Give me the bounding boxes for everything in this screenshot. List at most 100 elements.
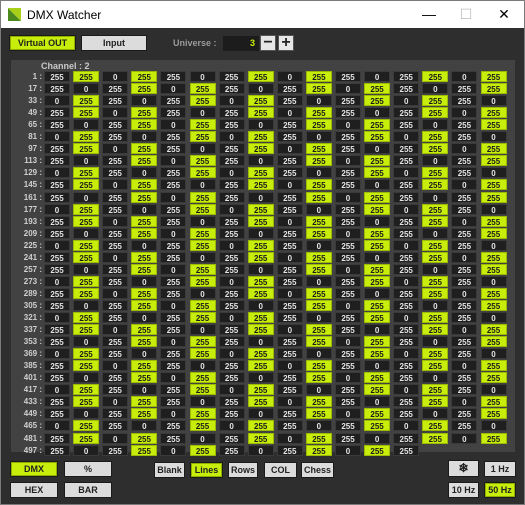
dmx-cell[interactable]: 255 — [189, 384, 216, 396]
title-bar[interactable]: DMX Watcher — ☐ ✕ — [1, 1, 524, 28]
dmx-cell[interactable]: 255 — [102, 83, 129, 95]
dmx-cell[interactable]: 255 — [44, 360, 70, 372]
dmx-cell[interactable]: 255 — [422, 324, 449, 336]
maximize-button[interactable]: ☐ — [448, 1, 484, 28]
dmx-cell[interactable]: 255 — [364, 95, 391, 107]
dmx-cell[interactable]: 255 — [131, 227, 158, 239]
dmx-cell[interactable]: 0 — [44, 203, 70, 215]
dmx-cell[interactable]: 0 — [102, 143, 129, 155]
dmx-cell[interactable]: 255 — [305, 155, 332, 167]
dmx-cell[interactable]: 255 — [44, 263, 70, 275]
dmx-cell[interactable]: 255 — [73, 167, 100, 179]
dmx-cell[interactable]: 255 — [189, 263, 216, 275]
dmx-cell[interactable]: 0 — [393, 167, 420, 179]
dmx-cell[interactable]: 255 — [73, 275, 100, 287]
dmx-cell[interactable]: 255 — [276, 384, 303, 396]
dmx-cell[interactable]: 0 — [480, 203, 507, 215]
dmx-cell[interactable]: 255 — [335, 167, 361, 179]
dmx-cell[interactable]: 0 — [102, 432, 129, 444]
dmx-cell[interactable]: 255 — [451, 312, 478, 323]
dmx-cell[interactable]: 255 — [393, 83, 420, 95]
dmx-cell[interactable]: 255 — [480, 372, 507, 384]
dmx-cell[interactable]: 255 — [305, 287, 332, 299]
dmx-cell[interactable]: 255 — [102, 275, 129, 287]
dmx-cell[interactable]: 0 — [393, 239, 420, 251]
dmx-cell[interactable]: 0 — [305, 384, 332, 396]
dmx-cell[interactable]: 0 — [73, 372, 100, 384]
dmx-cell[interactable]: 255 — [44, 324, 70, 336]
dmx-cell[interactable]: 0 — [305, 312, 332, 323]
dmx-cell[interactable]: 0 — [364, 360, 391, 372]
dmx-cell[interactable]: 255 — [480, 191, 507, 203]
dmx-cell[interactable]: 255 — [160, 360, 187, 372]
dmx-cell[interactable]: 255 — [131, 155, 158, 167]
dmx-cell[interactable]: 255 — [44, 83, 70, 95]
dmx-cell[interactable]: 255 — [218, 191, 245, 203]
dmx-cell[interactable]: 255 — [393, 324, 420, 336]
dmx-cell[interactable]: 255 — [102, 203, 129, 215]
dmx-cell[interactable]: 255 — [131, 215, 158, 227]
dmx-cell[interactable]: 0 — [451, 287, 478, 299]
dmx-cell[interactable]: 0 — [131, 95, 158, 107]
chess-view-button[interactable]: Chess — [301, 462, 334, 478]
dmx-cell[interactable]: 255 — [218, 287, 245, 299]
dmx-cell[interactable]: 255 — [247, 203, 274, 215]
dmx-cell[interactable]: 255 — [305, 251, 332, 263]
dmx-cell[interactable]: 255 — [276, 312, 303, 323]
dmx-cell[interactable]: 0 — [480, 348, 507, 360]
dmx-cell[interactable]: 0 — [276, 251, 303, 263]
dmx-cell[interactable]: 255 — [247, 287, 274, 299]
dmx-cell[interactable]: 255 — [44, 71, 70, 82]
dmx-cell[interactable]: 255 — [218, 83, 245, 95]
dmx-cell[interactable]: 255 — [422, 251, 449, 263]
dmx-cell[interactable]: 0 — [247, 83, 274, 95]
dmx-cell[interactable]: 255 — [44, 143, 70, 155]
dmx-cell[interactable]: 255 — [160, 143, 187, 155]
dmx-cell[interactable]: 0 — [160, 227, 187, 239]
dmx-cell[interactable]: 0 — [335, 299, 361, 311]
dmx-cell[interactable]: 255 — [335, 131, 361, 143]
dmx-cell[interactable]: 255 — [276, 239, 303, 251]
dmx-cell[interactable]: 255 — [393, 251, 420, 263]
close-button[interactable]: ✕ — [486, 1, 522, 28]
dmx-cell[interactable]: 0 — [305, 203, 332, 215]
dmx-cell[interactable]: 255 — [305, 396, 332, 408]
dmx-cell[interactable]: 0 — [364, 107, 391, 119]
dmx-cell[interactable]: 255 — [44, 179, 70, 191]
dmx-cell[interactable]: 255 — [305, 324, 332, 336]
dmx-cell[interactable]: 255 — [422, 71, 449, 82]
dmx-cell[interactable]: 255 — [276, 420, 303, 432]
dmx-cell[interactable]: 255 — [160, 95, 187, 107]
dmx-cell[interactable]: 255 — [422, 203, 449, 215]
dmx-cell[interactable]: 255 — [305, 191, 332, 203]
dmx-cell[interactable]: 255 — [160, 215, 187, 227]
dmx-cell[interactable]: 0 — [276, 143, 303, 155]
dmx-cell[interactable]: 0 — [160, 372, 187, 384]
dmx-cell[interactable]: 255 — [131, 143, 158, 155]
dmx-cell[interactable]: 0 — [451, 107, 478, 119]
dmx-cell[interactable]: 0 — [276, 324, 303, 336]
dmx-cell[interactable]: 0 — [44, 384, 70, 396]
dmx-cell[interactable]: 255 — [422, 95, 449, 107]
dmx-cell[interactable]: 255 — [480, 71, 507, 82]
dmx-cell[interactable]: 255 — [480, 179, 507, 191]
dmx-cell[interactable]: 255 — [422, 215, 449, 227]
dmx-cell[interactable]: 255 — [44, 336, 70, 348]
dmx-cell[interactable]: 0 — [422, 263, 449, 275]
dmx-mode-button[interactable]: DMX — [10, 461, 58, 477]
dmx-cell[interactable]: 0 — [102, 360, 129, 372]
dmx-cell[interactable]: 255 — [393, 372, 420, 384]
dmx-cell[interactable]: 255 — [364, 420, 391, 432]
dmx-cell[interactable]: 0 — [131, 312, 158, 323]
dmx-cell[interactable]: 255 — [247, 312, 274, 323]
dmx-cell[interactable]: 255 — [451, 203, 478, 215]
dmx-cell[interactable]: 255 — [276, 203, 303, 215]
dmx-cell[interactable]: 255 — [335, 287, 361, 299]
dmx-cell[interactable]: 255 — [131, 191, 158, 203]
dmx-cell[interactable]: 0 — [131, 167, 158, 179]
dmx-cell[interactable]: 255 — [393, 179, 420, 191]
dmx-cell[interactable]: 255 — [422, 432, 449, 444]
dmx-cell[interactable]: 255 — [189, 444, 216, 456]
dmx-cell[interactable]: 255 — [44, 107, 70, 119]
dmx-cell[interactable]: 0 — [276, 287, 303, 299]
